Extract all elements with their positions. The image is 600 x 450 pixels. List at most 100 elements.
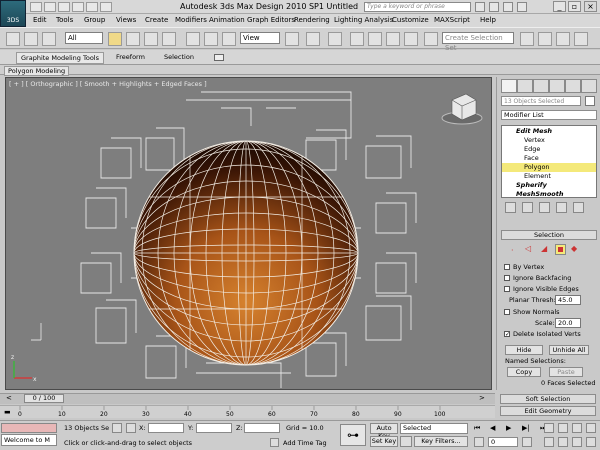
z-coordinate-field[interactable] (244, 423, 280, 433)
planar-thresh-spinner[interactable]: 45.0 (555, 295, 581, 305)
delete-isolated-verts-checkbox[interactable]: ✓ (504, 331, 510, 338)
stack-item-edge[interactable]: Edge (502, 145, 596, 154)
stack-item-face[interactable]: Face (502, 154, 596, 163)
select-manipulate-icon[interactable] (306, 32, 320, 46)
next-key-icon[interactable]: ▶| (522, 424, 530, 432)
go-to-start-icon[interactable]: ⏮ (474, 424, 480, 433)
play-icon[interactable]: ▶ (506, 424, 511, 432)
stack-item-element[interactable]: Element (502, 172, 596, 181)
stack-item-spherify[interactable]: Spherify (502, 181, 596, 190)
modify-tab-icon[interactable] (517, 79, 533, 93)
layer-manager-icon[interactable] (556, 32, 570, 46)
add-time-tag[interactable]: Add Time Tag (283, 439, 327, 447)
project-folder-icon[interactable] (100, 2, 112, 12)
menu-animation[interactable]: Animation (209, 16, 245, 24)
subscription-icon[interactable] (489, 2, 499, 12)
open-file-icon[interactable] (44, 2, 56, 12)
tab-freeform[interactable]: Freeform (112, 52, 149, 62)
field-of-view-icon[interactable] (544, 437, 554, 447)
menu-tools[interactable]: Tools (56, 16, 73, 24)
time-tag-icon[interactable] (270, 438, 279, 447)
info-center-search[interactable]: Type a keyword or phrase (364, 2, 471, 12)
face-level-icon[interactable]: ◢ (541, 244, 551, 254)
vertex-level-icon[interactable]: · (511, 246, 519, 255)
application-button[interactable]: 3DS (0, 0, 26, 27)
star-icon[interactable] (503, 2, 513, 12)
close-icon[interactable]: × (584, 1, 597, 12)
prev-frame-icon[interactable]: < (6, 395, 20, 403)
undo-icon[interactable] (6, 32, 20, 46)
default-in-out-tangents-icon[interactable] (400, 436, 412, 447)
zoom-extents-all-icon[interactable] (586, 423, 596, 433)
key-mode-toggle-icon[interactable] (474, 437, 484, 447)
redo-icon[interactable] (86, 2, 98, 12)
help-icon[interactable] (517, 2, 527, 12)
rollout-soft-selection-header[interactable]: Soft Selection (500, 394, 596, 404)
menu-group[interactable]: Group (84, 16, 105, 24)
pin-stack-icon[interactable] (505, 202, 516, 213)
stack-item-vertex[interactable]: Vertex (502, 136, 596, 145)
menu-customize[interactable]: Customize (392, 16, 429, 24)
modifier-list-dropdown[interactable]: Modifier List (501, 110, 597, 120)
edge-level-icon[interactable]: ◁ (525, 244, 535, 254)
paste-button[interactable]: Paste (549, 367, 583, 377)
absolute-mode-icon[interactable] (126, 423, 136, 433)
ignore-backfacing-checkbox[interactable] (504, 275, 510, 281)
selection-filter-dropdown[interactable]: All (65, 32, 103, 44)
time-configuration-icon[interactable] (522, 437, 532, 447)
modifier-stack[interactable]: Edit Mesh Vertex Edge Face Polygon Eleme… (501, 125, 597, 198)
show-normals-checkbox[interactable] (504, 309, 510, 315)
set-key-icon[interactable]: ⊶ (340, 424, 366, 446)
zoom-extents-icon[interactable] (572, 423, 582, 433)
unhide-all-button[interactable]: Unhide All (549, 345, 589, 355)
menu-help[interactable]: Help (480, 16, 496, 24)
select-object-icon[interactable] (108, 32, 122, 46)
new-file-icon[interactable] (30, 2, 42, 12)
link-icon[interactable] (24, 32, 38, 46)
key-filters-button[interactable]: Key Filters... (414, 436, 468, 447)
percent-snap-icon[interactable] (386, 32, 400, 46)
tab-graphite-modeling-tools[interactable]: Graphite Modeling Tools (16, 52, 105, 64)
object-color-swatch[interactable] (585, 96, 595, 106)
stack-item-polygon[interactable]: Polygon (502, 163, 596, 172)
minimize-icon[interactable]: _ (553, 1, 566, 12)
menu-edit[interactable]: Edit (33, 16, 47, 24)
maxscript-listener[interactable]: Welcome to M (1, 434, 57, 446)
menu-rendering[interactable]: Rendering (294, 16, 330, 24)
motion-tab-icon[interactable] (549, 79, 565, 93)
rectangular-selection-icon[interactable] (144, 32, 158, 46)
menu-create[interactable]: Create (145, 16, 168, 24)
snaps-toggle-icon[interactable] (350, 32, 364, 46)
configure-modifier-sets-icon[interactable] (573, 202, 584, 213)
time-slider-thumb[interactable]: 0 / 100 (24, 394, 64, 403)
keyboard-shortcut-icon[interactable] (328, 32, 342, 46)
create-tab-icon[interactable] (501, 79, 517, 93)
maximize-viewport-icon[interactable] (586, 437, 596, 447)
save-file-icon[interactable] (58, 2, 70, 12)
element-level-icon[interactable]: ◆ (571, 244, 581, 254)
panel-polygon-modeling[interactable]: Polygon Modeling (4, 66, 70, 76)
viewport-label[interactable]: [ + ] [ Orthographic ] [ Smooth + Highli… (9, 80, 207, 88)
rotate-icon[interactable] (204, 32, 218, 46)
undo-icon[interactable] (72, 2, 84, 12)
stack-item-edit-mesh[interactable]: Edit Mesh (502, 127, 596, 136)
align-icon[interactable] (538, 32, 552, 46)
make-unique-icon[interactable] (539, 202, 550, 213)
menu-graph-editors[interactable]: Graph Editors (247, 16, 295, 24)
angle-snap-icon[interactable] (368, 32, 382, 46)
menu-views[interactable]: Views (116, 16, 136, 24)
spinner-snap-icon[interactable] (404, 32, 418, 46)
named-selection-sets-dropdown[interactable]: Create Selection Set (442, 32, 514, 52)
menu-lighting-analysis[interactable]: Lighting Analysis (334, 16, 393, 24)
by-vertex-checkbox[interactable] (504, 264, 510, 270)
zoom-icon[interactable] (544, 423, 554, 433)
set-key-button[interactable]: Set Key (370, 436, 398, 447)
next-frame-icon[interactable]: > (479, 395, 493, 403)
time-slider[interactable]: < 0 / 100 > (0, 393, 495, 404)
move-icon[interactable] (186, 32, 200, 46)
ignore-visible-edges-checkbox[interactable] (504, 286, 510, 292)
current-frame-field[interactable]: 0 (488, 437, 518, 447)
hide-button[interactable]: Hide (505, 345, 543, 355)
selection-lock-icon[interactable] (112, 423, 122, 433)
object-name-field[interactable]: 13 Objects Selected (501, 96, 581, 106)
